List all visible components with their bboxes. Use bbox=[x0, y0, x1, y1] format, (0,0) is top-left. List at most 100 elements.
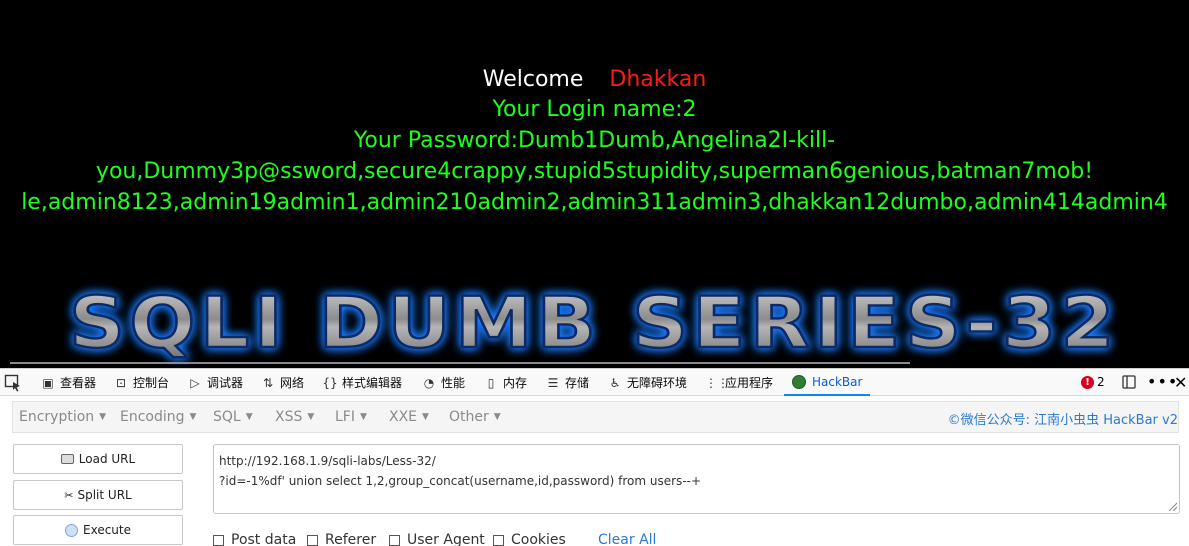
load-url-icon bbox=[60, 454, 74, 464]
dock-side-icon[interactable] bbox=[1122, 375, 1136, 389]
tab-label: 调试器 bbox=[207, 376, 244, 390]
login-name-line: Your Login name:2 bbox=[492, 97, 697, 122]
checkbox-box[interactable] bbox=[493, 534, 504, 546]
checkbox-box[interactable] bbox=[389, 534, 400, 546]
caret-down-icon: ▼ bbox=[189, 412, 197, 422]
tab-application[interactable]: ⋮⋮ 应用程序 bbox=[705, 369, 773, 396]
welcome-username: Dhakkan bbox=[609, 67, 707, 92]
caret-down-icon: ▼ bbox=[359, 412, 367, 422]
debugger-icon: ▷ bbox=[190, 375, 200, 390]
tab-console[interactable]: ⊡ 控制台 bbox=[113, 369, 169, 396]
performance-icon: ◔ bbox=[423, 375, 435, 390]
devtools-tabbar: ▣ 查看器 ⊡ 控制台 ▷ 调试器 ⇅ 网络 {} 样式编辑器 ◔ 性能 ▯ 内存 ☰ 存储 bbox=[0, 368, 1189, 396]
accessibility-icon: ♿ bbox=[609, 375, 621, 390]
menu-xss[interactable]: XSS ▼ bbox=[275, 409, 314, 425]
referer-checkbox[interactable]: Referer bbox=[307, 532, 376, 546]
caret-down-icon: ▼ bbox=[99, 412, 107, 422]
checkbox-label: User Agent bbox=[407, 532, 485, 546]
cookies-checkbox[interactable]: Cookies bbox=[493, 532, 566, 546]
menu-xxe[interactable]: XXE ▼ bbox=[389, 409, 429, 425]
execute-icon bbox=[65, 523, 78, 537]
tab-label: HackBar bbox=[812, 374, 863, 389]
series-banner: SQLI DUMB SERIES-32 bbox=[68, 281, 1119, 365]
tab-label: 查看器 bbox=[60, 376, 97, 390]
url-textarea[interactable]: http://192.168.1.9/sqli-labs/Less-32/ ?i… bbox=[213, 444, 1180, 514]
tab-label: 无障碍环境 bbox=[627, 376, 688, 390]
close-icon[interactable]: ✕ bbox=[1174, 373, 1187, 392]
caret-down-icon: ▼ bbox=[245, 412, 253, 422]
style-editor-icon: {} bbox=[322, 375, 338, 390]
button-label: Execute bbox=[83, 523, 131, 537]
tab-label: 控制台 bbox=[133, 376, 170, 390]
banner-text: SQLI DUMB SERIES-32 bbox=[69, 282, 1119, 364]
console-icon: ⊡ bbox=[115, 375, 127, 390]
user-agent-checkbox[interactable]: User Agent bbox=[389, 532, 485, 546]
error-count-badge[interactable]: ! 2 bbox=[1081, 375, 1105, 389]
password-line-1: Your Password:Dumb1Dumb,Angelina2I-kill- bbox=[353, 128, 836, 153]
storage-icon: ☰ bbox=[547, 375, 559, 390]
menu-lfi[interactable]: LFI ▼ bbox=[335, 409, 367, 425]
tab-label: 应用程序 bbox=[725, 376, 774, 390]
hackbar-menu: Encryption ▼ Encoding ▼ SQL ▼ XSS ▼ LFI ▼ XXE… bbox=[12, 401, 1179, 433]
tab-label: 网络 bbox=[280, 376, 305, 390]
checkbox-label: Post data bbox=[231, 532, 297, 546]
inspector-icon: ▣ bbox=[42, 375, 54, 390]
caret-down-icon: ▼ bbox=[493, 412, 501, 422]
tab-label: 样式编辑器 bbox=[342, 376, 403, 390]
menu-encoding[interactable]: Encoding ▼ bbox=[120, 409, 196, 425]
element-picker-icon[interactable] bbox=[4, 374, 22, 392]
tab-label: 性能 bbox=[441, 376, 466, 390]
split-url-button[interactable]: ✂ Split URL bbox=[13, 480, 183, 510]
tab-hackbar[interactable]: HackBar bbox=[784, 369, 871, 396]
load-url-button[interactable]: Load URL bbox=[13, 444, 183, 474]
menu-encryption[interactable]: Encryption ▼ bbox=[19, 409, 106, 425]
tab-memory[interactable]: ▯ 内存 bbox=[483, 369, 527, 396]
memory-icon: ▯ bbox=[487, 375, 495, 390]
tab-label: 内存 bbox=[503, 376, 528, 390]
url-line: http://192.168.1.9/sqli-labs/Less-32/ bbox=[219, 454, 436, 468]
welcome-line: Welcome Dhakkan bbox=[0, 65, 1189, 95]
tab-performance[interactable]: ◔ 性能 bbox=[421, 369, 465, 396]
scissors-icon: ✂ bbox=[64, 488, 74, 502]
clear-all-link[interactable]: Clear All bbox=[598, 532, 656, 546]
post-data-checkbox[interactable]: Post data bbox=[213, 532, 296, 546]
error-icon: ! bbox=[1081, 375, 1094, 389]
menu-sql[interactable]: SQL ▼ bbox=[213, 409, 253, 425]
checkbox-label: Referer bbox=[325, 532, 377, 546]
application-icon: ⋮⋮ bbox=[705, 375, 729, 390]
menu-label: Encoding bbox=[120, 409, 185, 425]
tab-style-editor[interactable]: {} 样式编辑器 bbox=[322, 369, 402, 396]
banner-divider bbox=[10, 362, 910, 364]
menu-label: Other bbox=[449, 409, 489, 425]
button-label: Split URL bbox=[77, 488, 132, 502]
tab-network[interactable]: ⇅ 网络 bbox=[260, 369, 304, 396]
checkbox-box[interactable] bbox=[307, 534, 318, 546]
checkbox-box[interactable] bbox=[213, 534, 224, 546]
menu-other[interactable]: Other ▼ bbox=[449, 409, 501, 425]
tab-inspector[interactable]: ▣ 查看器 bbox=[40, 369, 96, 396]
password-line-3: le,admin8123,admin19admin1,admin210admin… bbox=[21, 190, 1168, 215]
menu-label: SQL bbox=[213, 409, 241, 425]
menu-label: Encryption bbox=[19, 409, 95, 425]
hackbar-icon bbox=[792, 374, 806, 389]
error-count: 2 bbox=[1097, 375, 1105, 389]
password-line-2: you,Dummy3p@ssword,secure4crappy,stupid5… bbox=[95, 159, 1094, 184]
caret-down-icon: ▼ bbox=[307, 412, 315, 422]
execute-button[interactable]: Execute bbox=[13, 515, 183, 545]
button-label: Load URL bbox=[78, 452, 136, 466]
menu-label: XSS bbox=[275, 409, 303, 425]
resize-grip-icon[interactable] bbox=[1167, 501, 1177, 511]
caret-down-icon: ▼ bbox=[422, 412, 429, 422]
menu-label: LFI bbox=[335, 409, 355, 425]
devtools-panel: ▣ 查看器 ⊡ 控制台 ▷ 调试器 ⇅ 网络 {} 样式编辑器 ◔ 性能 ▯ 内存 ☰ 存储 bbox=[0, 368, 1189, 546]
network-icon: ⇅ bbox=[262, 375, 274, 390]
tab-storage[interactable]: ☰ 存储 bbox=[545, 369, 589, 396]
checkbox-label: Cookies bbox=[511, 532, 566, 546]
tab-accessibility[interactable]: ♿ 无障碍环境 bbox=[607, 369, 687, 396]
hackbar-credit: ©微信公众号: 江南小虫虫 HackBar v2 bbox=[947, 413, 1178, 428]
web-page: Welcome Dhakkan Your Login name:2 Your Pa… bbox=[0, 0, 1189, 368]
url-line: ?id=-1%df' union select 1,2,group_concat… bbox=[219, 474, 702, 488]
menu-label: XXE bbox=[389, 409, 418, 425]
welcome-label: Welcome bbox=[482, 67, 584, 92]
tab-debugger[interactable]: ▷ 调试器 bbox=[187, 369, 243, 396]
